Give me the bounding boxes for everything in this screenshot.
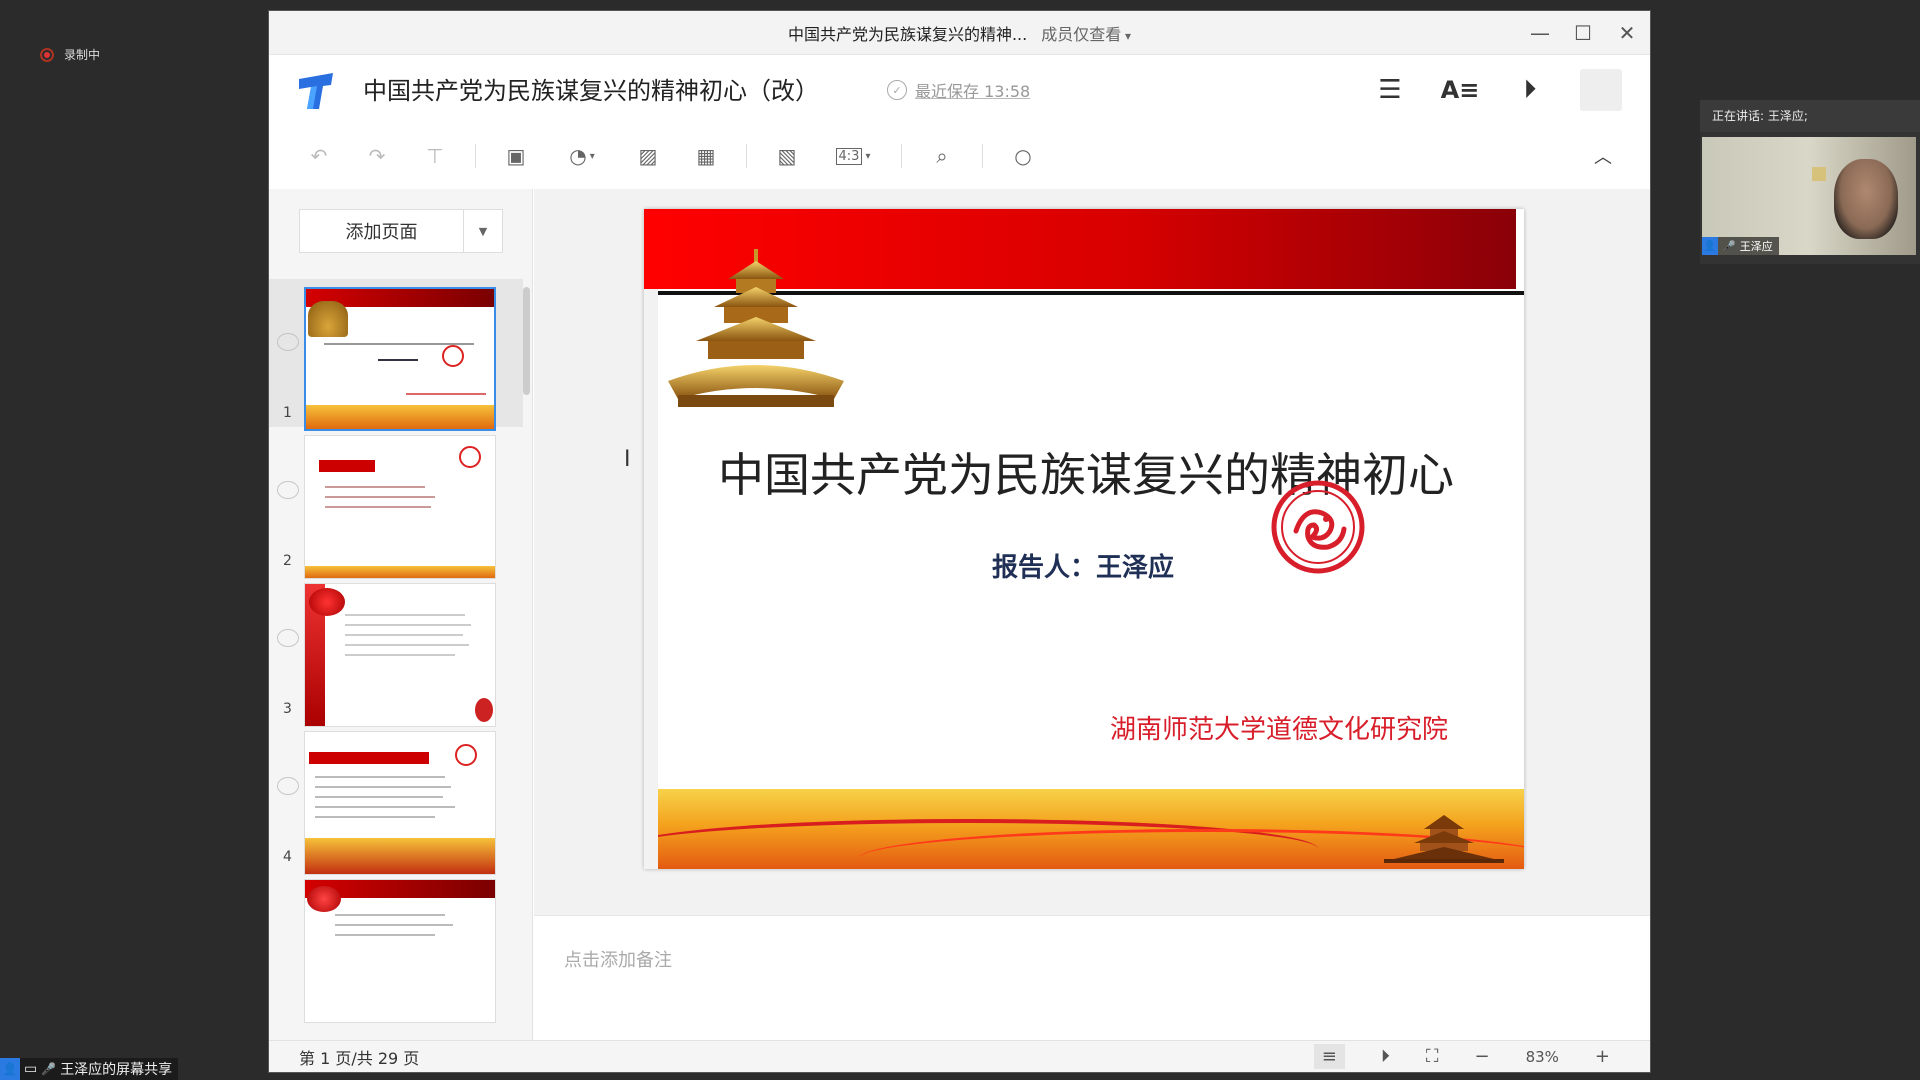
menu-icon[interactable]: ☰ [1370, 70, 1410, 110]
slide-title[interactable]: 中国共产党为民族谋复兴的精神初心 [644, 439, 1524, 505]
screen-share-label: 👤 ▭ 🎤 王泽应的屏幕共享 [0, 1058, 179, 1080]
thumbnail-preview[interactable] [304, 879, 496, 1023]
app-window: 中国共产党为民族谋复兴的精神... 成员仅查看 — ☐ ✕ 中国共产党为民族谋复… [268, 10, 1651, 1073]
check-icon: ✓ [887, 80, 907, 100]
app-logo-icon [299, 73, 333, 109]
thumbnail-preview[interactable] [304, 583, 496, 727]
speaker-notes[interactable]: 点击添加备注 [534, 915, 1650, 1045]
speaker-name: 王泽应 [1739, 240, 1773, 253]
person-icon: 👤 [1702, 237, 1718, 255]
comment-icon [277, 629, 299, 647]
slide-ratio-label: 4:3 [835, 147, 863, 165]
redo-icon[interactable]: ↷ [359, 138, 395, 174]
textbox-icon[interactable]: ▣ [498, 138, 534, 174]
speaker-title: 正在讲话: 王泽应; [1700, 100, 1920, 132]
toolbar: ↶ ↷ ⊤ ▣ ◔ ▾ ▨ ▦ ▧ 4:3 ▾ ⌕ ○ ︿ [269, 123, 1650, 189]
mic-icon: 🎤 [1722, 239, 1736, 253]
share-label: 王泽应的屏幕共享 [60, 1062, 173, 1078]
slide-reporter[interactable]: 报告人：王泽应 [992, 547, 1174, 584]
doc-header: 中国共产党为民族谋复兴的精神初心（改） ✓ 最近保存 13:58 ☰ A≡ ⏵ [269, 55, 1650, 123]
mic-icon: 🎤 [41, 1062, 57, 1076]
comment-icon [277, 481, 299, 499]
screen-icon: ▭ [24, 1061, 38, 1077]
slide-bottom-banner [658, 789, 1524, 869]
title-bar: 中国共产党为民族谋复兴的精神... 成员仅查看 — ☐ ✕ [269, 11, 1650, 55]
text-cursor-icon: I [624, 447, 631, 472]
thumbnail-number: 4 [283, 849, 292, 865]
speaker-name-tag: 👤 🎤 王泽应 [1702, 237, 1779, 255]
play-icon[interactable]: ⏵ [1510, 70, 1550, 110]
collapse-toolbar-icon[interactable]: ︿ [1594, 143, 1612, 169]
save-status-text[interactable]: 最近保存 13:58 [915, 78, 1030, 102]
fit-screen-icon[interactable]: ⛶ [1426, 1046, 1439, 1067]
image-icon[interactable]: ▨ [630, 138, 666, 174]
table-icon[interactable]: ▦ [688, 138, 724, 174]
search-icon[interactable]: ○ [1005, 138, 1041, 174]
minimize-icon[interactable]: — [1530, 21, 1550, 45]
thumbnail-preview[interactable] [304, 731, 496, 875]
format-painter-icon[interactable]: ⊤ [417, 138, 453, 174]
background-icon[interactable]: ▧ [769, 138, 805, 174]
play-icon[interactable]: ⏵ [1381, 1046, 1390, 1067]
page-indicator: 第 1 页/共 29 页 [299, 1048, 420, 1068]
slide-institution[interactable]: 湖南师范大学道德文化研究院 [1110, 709, 1448, 746]
thumbnail-preview[interactable] [304, 435, 496, 579]
dragon-seal-icon [1271, 480, 1365, 574]
permission-dropdown[interactable]: 成员仅查看 [1041, 21, 1131, 45]
maximize-icon[interactable]: ☐ [1574, 21, 1592, 45]
thumbnail-preview[interactable] [304, 287, 496, 431]
undo-icon[interactable]: ↶ [301, 138, 337, 174]
notes-placeholder: 点击添加备注 [564, 950, 672, 971]
notes-toggle-icon[interactable]: ≡ [1313, 1044, 1345, 1069]
recording-label: 录制中 [64, 48, 101, 62]
comment-icon[interactable]: ⌕ [924, 138, 960, 174]
record-icon [40, 47, 54, 62]
temple-silhouette-image [1384, 815, 1504, 863]
recording-indicator: 录制中 [40, 46, 100, 63]
shape-icon[interactable]: ◔ ▾ [556, 138, 608, 174]
comment-icon [277, 333, 299, 351]
chevron-down-icon[interactable]: ▼ [464, 210, 502, 252]
thumbnail-number: 3 [283, 701, 292, 717]
thumbnail-1[interactable]: 1 [269, 279, 523, 431]
save-status: ✓ 最近保存 13:58 [887, 78, 1030, 102]
zoom-in-icon[interactable]: + [1595, 1046, 1610, 1067]
thumbnail-number: 1 [283, 405, 292, 421]
window-title: 中国共产党为民族谋复兴的精神... [787, 24, 1028, 44]
comment-icon [277, 777, 299, 795]
thumbnail-4[interactable]: 4 [269, 723, 523, 875]
thumbnail-2[interactable]: 2 [269, 427, 523, 579]
close-icon[interactable]: ✕ [1618, 21, 1636, 45]
add-page-label: 添加页面 [300, 210, 464, 252]
temple-image [668, 249, 844, 407]
avatar[interactable] [1580, 69, 1622, 111]
thumbnail-number: 2 [283, 553, 292, 569]
person-icon: 👤 [0, 1058, 20, 1080]
thumbnail-5[interactable] [269, 871, 523, 1023]
thumbnail-3[interactable]: 3 [269, 575, 523, 727]
zoom-out-icon[interactable]: − [1474, 1046, 1489, 1067]
add-page-button[interactable]: 添加页面 ▼ [299, 209, 503, 253]
text-style-icon[interactable]: A≡ [1440, 70, 1480, 110]
slide[interactable]: 中国共产党为民族谋复兴的精神初心 报告人：王泽应 湖南师范大学道德文化研究院 [644, 209, 1524, 869]
slide-canvas[interactable]: 中国共产党为民族谋复兴的精神初心 报告人：王泽应 湖南师范大学道德文化研究院 I [534, 189, 1650, 915]
status-bar: 第 1 页/共 29 页 ≡ ⏵ ⛶ − 83% + [269, 1040, 1650, 1072]
document-title[interactable]: 中国共产党为民族谋复兴的精神初心（改） [363, 71, 819, 106]
slide-thumbnail-panel: 添加页面 ▼ 1 2 3 4 [269, 189, 533, 1045]
thumbnail-scrollbar[interactable] [523, 287, 530, 395]
speaker-panel: 正在讲话: 王泽应; 👤 🎤 王泽应 [1700, 100, 1920, 264]
slide-ratio-button[interactable]: 4:3 ▾ [827, 138, 879, 174]
zoom-level[interactable]: 83% [1526, 1048, 1559, 1066]
